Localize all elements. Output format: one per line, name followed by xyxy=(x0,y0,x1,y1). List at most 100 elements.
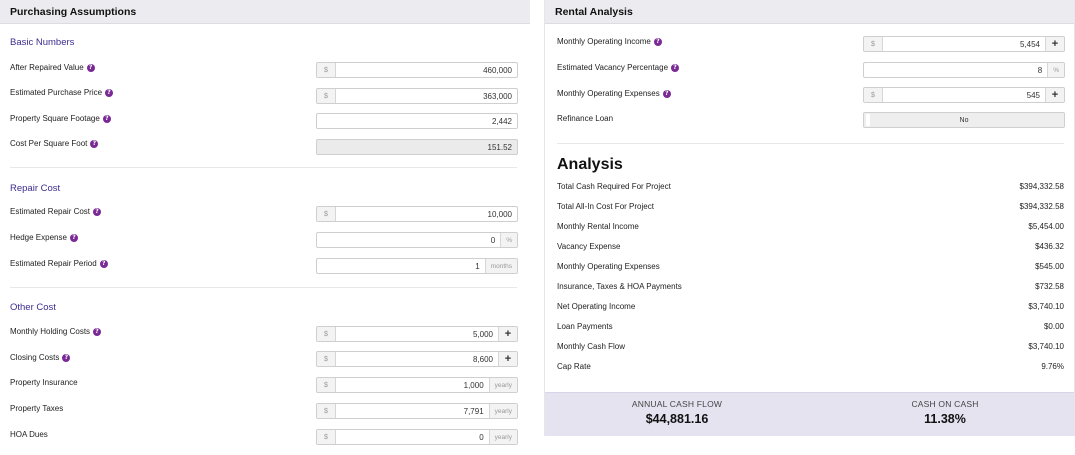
vacancy-value[interactable]: 8 xyxy=(864,63,1047,77)
refinance-loan-label: Refinance Loan xyxy=(557,114,614,123)
plus-icon[interactable]: + xyxy=(498,352,517,366)
help-icon[interactable]: ? xyxy=(86,64,95,72)
hedge-expense-label: Hedge Expense? xyxy=(10,233,78,242)
arv-label: After Repaired Value? xyxy=(10,63,95,72)
divider xyxy=(10,167,517,168)
rental-analysis-panel: Rental Analysis Monthly Operating Income… xyxy=(544,0,1075,436)
purchase-price-input[interactable]: $ 363,000 xyxy=(316,88,518,104)
analysis-row: Monthly Cash Flow $3,740.10 xyxy=(557,342,1064,351)
operating-income-value[interactable]: 5,454 xyxy=(883,37,1045,51)
analysis-row: Total All-In Cost For Project $394,332.58 xyxy=(557,202,1064,211)
repair-cost-label: Estimated Repair Cost? xyxy=(10,207,102,216)
insurance-value[interactable]: 1,000 xyxy=(336,378,489,392)
currency-prefix: $ xyxy=(864,88,883,102)
analysis-row: Cap Rate 9.76% xyxy=(557,362,1064,371)
repair-cost-value[interactable]: 10,000 xyxy=(336,207,517,221)
months-suffix: months xyxy=(484,259,517,273)
refinance-loan-toggle[interactable]: No xyxy=(863,112,1065,128)
section-title-other-cost: Other Cost xyxy=(10,302,56,313)
panel-title: Rental Analysis xyxy=(545,0,1074,24)
section-title-basic-numbers: Basic Numbers xyxy=(10,37,75,48)
cash-flow-summary: ANNUAL CASH FLOW $44,881.16 CASH ON CASH… xyxy=(545,392,1074,436)
section-title-repair-cost: Repair Cost xyxy=(10,183,61,194)
operating-expenses-value[interactable]: 545 xyxy=(883,88,1045,102)
operating-income-label: Monthly Operating Income? xyxy=(557,37,662,46)
yearly-suffix: yearly xyxy=(488,404,517,418)
help-icon[interactable]: ? xyxy=(62,354,71,362)
hoa-dues-value[interactable]: 0 xyxy=(336,430,489,444)
holding-costs-input[interactable]: $ 5,000 + xyxy=(316,326,518,342)
repair-cost-input[interactable]: $ 10,000 xyxy=(316,206,518,222)
analysis-row: Total Cash Required For Project $394,332.… xyxy=(557,182,1064,191)
square-footage-label: Property Square Footage? xyxy=(10,114,111,123)
operating-income-input[interactable]: $ 5,454 + xyxy=(863,36,1065,52)
help-icon[interactable]: ? xyxy=(105,89,114,97)
help-icon[interactable]: ? xyxy=(662,90,671,98)
plus-icon[interactable]: + xyxy=(1045,88,1064,102)
arv-input[interactable]: $ 460,000 xyxy=(316,62,518,78)
purchasing-assumptions-panel: Purchasing Assumptions Basic Numbers Aft… xyxy=(0,0,530,455)
cash-on-cash-stat: CASH ON CASH 11.38% xyxy=(845,399,1045,426)
property-taxes-value[interactable]: 7,791 xyxy=(336,404,489,418)
divider xyxy=(557,143,1064,144)
purchase-price-value[interactable]: 363,000 xyxy=(336,89,517,103)
cash-on-cash-value: 11.38% xyxy=(924,412,966,426)
square-footage-input[interactable]: 2,442 xyxy=(316,113,518,129)
currency-prefix: $ xyxy=(317,352,336,366)
percent-suffix: % xyxy=(1047,63,1064,77)
repair-period-value[interactable]: 1 xyxy=(317,259,485,273)
operating-expenses-input[interactable]: $ 545 + xyxy=(863,87,1065,103)
analysis-title: Analysis xyxy=(557,156,623,173)
analysis-row: Monthly Operating Expenses $545.00 xyxy=(557,262,1064,271)
panel-title: Purchasing Assumptions xyxy=(0,0,530,24)
operating-expenses-label: Monthly Operating Expenses? xyxy=(557,89,671,98)
analysis-row: Loan Payments $0.00 xyxy=(557,322,1064,331)
vacancy-input[interactable]: 8 % xyxy=(863,62,1065,78)
property-taxes-input[interactable]: $ 7,791 yearly xyxy=(316,403,518,419)
cost-per-sqft-label: Cost Per Square Foot? xyxy=(10,139,99,148)
cash-on-cash-label: CASH ON CASH xyxy=(911,399,979,409)
holding-costs-label: Monthly Holding Costs? xyxy=(10,327,102,336)
help-icon[interactable]: ? xyxy=(99,260,108,268)
holding-costs-value[interactable]: 5,000 xyxy=(336,327,498,341)
annual-cash-flow-stat: ANNUAL CASH FLOW $44,881.16 xyxy=(577,399,777,426)
help-icon[interactable]: ? xyxy=(90,140,99,148)
refinance-loan-value: No xyxy=(959,116,969,124)
help-icon[interactable]: ? xyxy=(671,64,680,72)
plus-icon[interactable]: + xyxy=(1045,37,1064,51)
help-icon[interactable]: ? xyxy=(93,208,102,216)
help-icon[interactable]: ? xyxy=(102,115,111,123)
divider xyxy=(10,287,517,288)
help-icon[interactable]: ? xyxy=(69,234,78,242)
yearly-suffix: yearly xyxy=(488,378,517,392)
analysis-row: Vacancy Expense $436.32 xyxy=(557,242,1064,251)
closing-costs-label: Closing Costs? xyxy=(10,353,71,362)
analysis-row: Monthly Rental Income $5,454.00 xyxy=(557,222,1064,231)
square-footage-value[interactable]: 2,442 xyxy=(317,114,517,128)
cost-per-sqft-value: 151.52 xyxy=(487,142,512,152)
percent-suffix: % xyxy=(500,233,517,247)
help-icon[interactable]: ? xyxy=(653,38,662,46)
currency-prefix: $ xyxy=(317,63,336,77)
currency-prefix: $ xyxy=(864,37,883,51)
repair-period-label: Estimated Repair Period? xyxy=(10,259,108,268)
toggle-knob[interactable] xyxy=(866,114,870,126)
repair-period-input[interactable]: 1 months xyxy=(316,258,518,274)
closing-costs-input[interactable]: $ 8,600 + xyxy=(316,351,518,367)
closing-costs-value[interactable]: 8,600 xyxy=(336,352,498,366)
hedge-expense-value[interactable]: 0 xyxy=(317,233,500,247)
hedge-expense-input[interactable]: 0 % xyxy=(316,232,518,248)
plus-icon[interactable]: + xyxy=(498,327,517,341)
vacancy-label: Estimated Vacancy Percentage? xyxy=(557,63,680,72)
cost-per-sqft-field: 151.52 xyxy=(316,139,518,155)
currency-prefix: $ xyxy=(317,430,336,444)
analysis-row: Net Operating Income $3,740.10 xyxy=(557,302,1064,311)
hoa-dues-input[interactable]: $ 0 yearly xyxy=(316,429,518,445)
insurance-input[interactable]: $ 1,000 yearly xyxy=(316,377,518,393)
currency-prefix: $ xyxy=(317,327,336,341)
help-icon[interactable]: ? xyxy=(93,328,102,336)
insurance-label: Property Insurance xyxy=(10,378,78,387)
annual-cash-flow-label: ANNUAL CASH FLOW xyxy=(631,399,723,409)
yearly-suffix: yearly xyxy=(488,430,517,444)
arv-value[interactable]: 460,000 xyxy=(336,63,517,77)
